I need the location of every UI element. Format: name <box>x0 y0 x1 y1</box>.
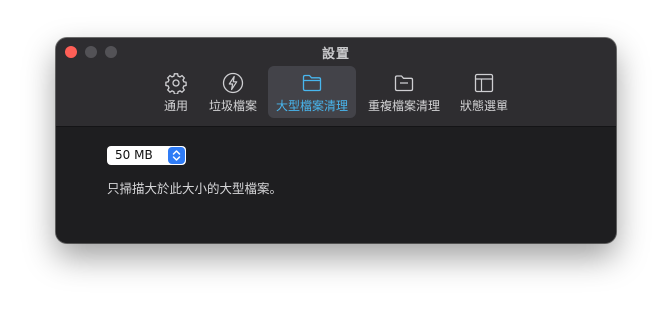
tab-junk-files-label: 垃圾檔案 <box>208 99 257 113</box>
tab-general-label: 通用 <box>163 99 188 113</box>
menu-layout-icon <box>474 73 494 93</box>
tab-large-files-label: 大型檔案清理 <box>275 99 348 113</box>
gear-icon <box>165 73 187 94</box>
tab-status-menu-label: 狀態選單 <box>459 99 508 113</box>
tab-duplicate-files-label: 重複檔案清理 <box>367 99 440 113</box>
tab-status-menu[interactable]: 狀態選單 <box>452 66 516 118</box>
tab-large-files[interactable]: 大型檔案清理 <box>268 66 356 118</box>
chevron-up-down-icon <box>172 150 181 161</box>
file-size-value: 50 MB <box>115 148 153 162</box>
tab-general[interactable]: 通用 <box>152 66 200 118</box>
size-hint-text: 只掃描大於此大小的大型檔案。 <box>107 181 283 196</box>
folder-icon <box>302 74 322 92</box>
folder-duplicate-icon <box>394 75 414 92</box>
select-stepper[interactable] <box>168 147 185 164</box>
settings-window: 設置 通用 垃圾檔案 大型檔案清理 重複檔案清理 狀態選單 50 MB 只掃描大… <box>56 38 616 243</box>
toolbar: 設置 通用 垃圾檔案 大型檔案清理 重複檔案清理 狀態選單 <box>56 38 616 127</box>
tab-duplicate-files[interactable]: 重複檔案清理 <box>360 66 448 118</box>
window-title: 設置 <box>321 47 350 62</box>
lightning-icon <box>222 72 244 94</box>
settings-content: 50 MB 只掃描大於此大小的大型檔案。 <box>56 127 616 243</box>
tab-junk-files[interactable]: 垃圾檔案 <box>201 66 265 118</box>
file-size-select[interactable]: 50 MB <box>107 146 186 165</box>
